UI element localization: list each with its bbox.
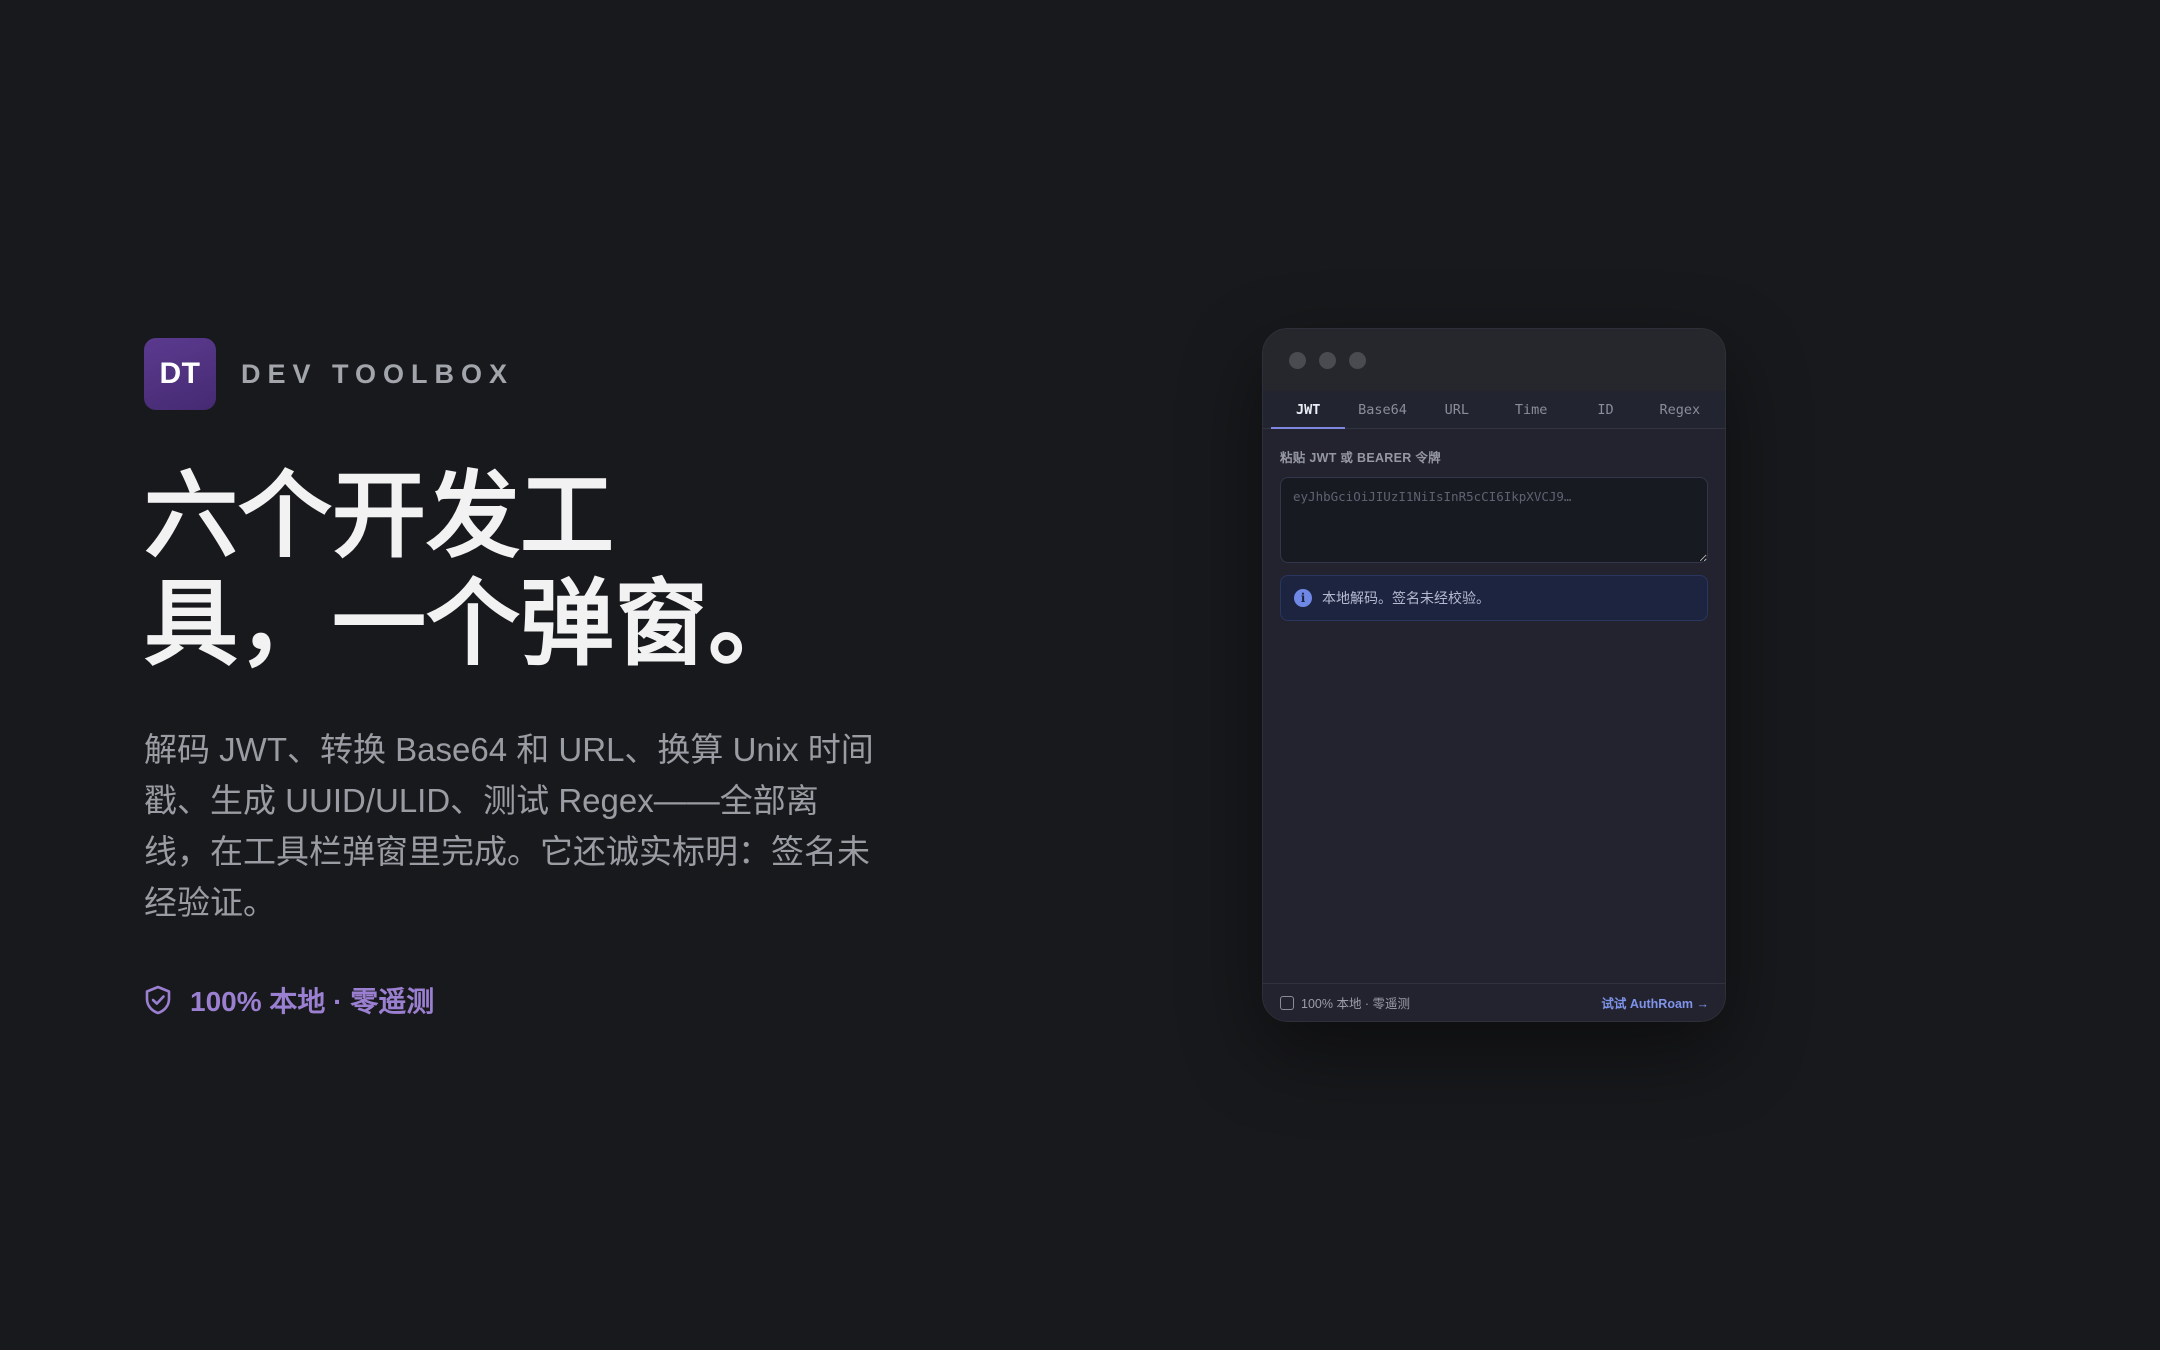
tab-id[interactable]: ID bbox=[1568, 391, 1642, 428]
window-titlebar bbox=[1263, 329, 1725, 391]
privacy-badge: 100% 本地 · 零遥测 bbox=[144, 980, 904, 1020]
notice-text: 本地解码。签名未经校验。 bbox=[1322, 590, 1490, 606]
tab-url[interactable]: URL bbox=[1420, 391, 1494, 428]
token-input[interactable] bbox=[1280, 477, 1708, 563]
lead-paragraph: 解码 JWT、转换 Base64 和 URL、换算 Unix 时间戳、生成 UU… bbox=[144, 731, 874, 921]
footer-privacy-group: 100% 本地 · 零遥测 bbox=[1280, 993, 1410, 1012]
tab-regex[interactable]: Regex bbox=[1643, 391, 1717, 428]
headline-line-2: 具，一个弹窗。 bbox=[144, 571, 803, 676]
try-authroam-link[interactable]: 试试 AuthRoam → bbox=[1601, 993, 1709, 1012]
privacy-checkbox[interactable] bbox=[1280, 995, 1294, 1010]
info-icon: i bbox=[1294, 589, 1312, 607]
jwt-panel: 粘贴 JWT 或 BEARER 令牌 i 本地解码。签名未经校验。 bbox=[1263, 429, 1725, 983]
extension-popup: JWT Base64 URL Time ID Regex 粘贴 JWT 或 BE… bbox=[1262, 328, 1726, 1022]
hero-section: DT DEV TOOLBOX 六个开发工 具，一个弹窗。 解码 JWT、转换 B… bbox=[144, 338, 904, 1020]
headline-line-1: 六个开发工 bbox=[144, 463, 615, 568]
token-field-label: 粘贴 JWT 或 BEARER 令牌 bbox=[1280, 451, 1441, 465]
privacy-text: 100% 本地 · 零遥测 bbox=[190, 986, 435, 1017]
footer-privacy-text: 100% 本地 · 零遥测 bbox=[1301, 997, 1411, 1011]
window-dot-close[interactable] bbox=[1289, 351, 1306, 369]
shield-check-icon bbox=[144, 985, 172, 1015]
tab-time[interactable]: Time bbox=[1494, 391, 1568, 428]
brand-name: DEV TOOLBOX bbox=[241, 358, 515, 389]
brand: DT DEV TOOLBOX bbox=[144, 338, 904, 410]
window-dot-minimize[interactable] bbox=[1319, 351, 1336, 369]
tool-tabs: JWT Base64 URL Time ID Regex bbox=[1263, 391, 1725, 429]
decode-notice: i 本地解码。签名未经校验。 bbox=[1280, 575, 1708, 621]
popup-footer: 100% 本地 · 零遥测 试试 AuthRoam → bbox=[1263, 983, 1725, 1021]
tab-jwt[interactable]: JWT bbox=[1271, 391, 1346, 429]
headline: 六个开发工 具，一个弹窗。 bbox=[144, 462, 904, 678]
brand-logo: DT bbox=[144, 338, 216, 410]
window-dot-maximize[interactable] bbox=[1349, 351, 1366, 369]
tab-base64[interactable]: Base64 bbox=[1345, 391, 1419, 428]
